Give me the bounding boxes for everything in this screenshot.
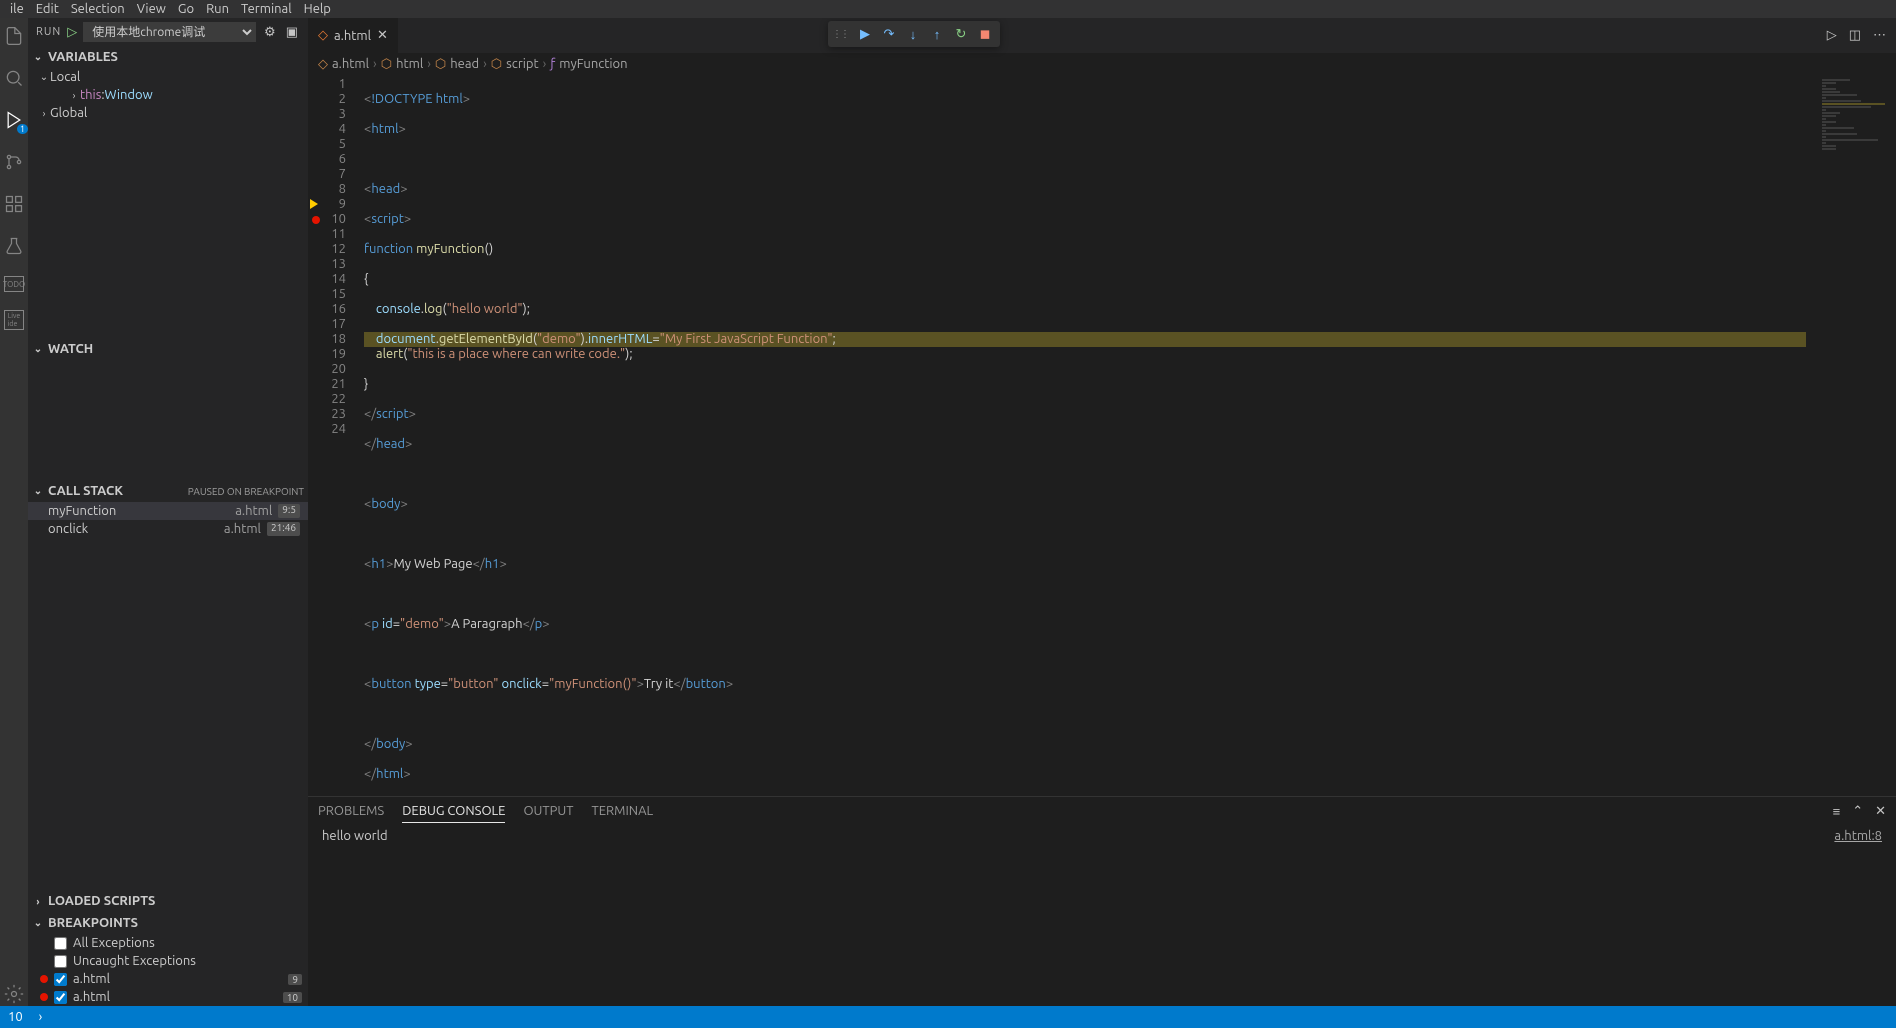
console-output: hello world [322, 829, 388, 1002]
bp-checkbox[interactable] [54, 937, 67, 950]
scope-global[interactable]: ›Global [28, 104, 308, 122]
bp-item[interactable]: a.html10 [28, 988, 308, 1006]
debug-config-select[interactable]: 使用本地chrome调试 [83, 22, 256, 42]
variables-header[interactable]: ⌄VARIABLES [28, 46, 308, 68]
bp-item[interactable]: a.html9 [28, 970, 308, 988]
stack-frame[interactable]: onclicka.html21:46 [28, 520, 308, 538]
editor-area: ◇ a.html ✕ ⋮⋮ ▶ ↷ ↓ ↑ ↻ ◼ ▷ ◫ ⋯ ◇a.html›… [308, 18, 1896, 1006]
menu-help[interactable]: Help [298, 2, 337, 16]
variables-body: ⌄Local ›this: Window ›Global [28, 68, 308, 338]
loaded-scripts-header[interactable]: ›LOADED SCRIPTS [28, 890, 308, 912]
bp-checkbox[interactable] [54, 991, 67, 1004]
maximize-icon[interactable]: ⌃ [1852, 804, 1863, 819]
status-line[interactable]: 10 [0, 1010, 31, 1024]
run-debug-icon[interactable]: 1 [2, 108, 26, 132]
gear-icon[interactable]: ⚙ [262, 25, 278, 40]
menu-file[interactable]: ile [4, 2, 30, 16]
split-editor-icon[interactable]: ◫ [1849, 28, 1861, 43]
continue-icon[interactable]: ▶ [854, 23, 876, 45]
function-icon: ƒ [550, 57, 555, 71]
tab-output[interactable]: OUTPUT [523, 800, 573, 822]
stack-frame[interactable]: myFunctiona.html9:5 [28, 502, 308, 520]
breakpoint-dot-icon [40, 993, 48, 1001]
activity-bar: 1 TODO Liveide [0, 18, 28, 1006]
breakpoints-header[interactable]: ⌄BREAKPOINTS [28, 912, 308, 934]
explorer-icon[interactable] [2, 24, 26, 48]
close-icon[interactable]: ✕ [377, 28, 388, 43]
stop-icon[interactable]: ◼ [974, 23, 996, 45]
breakpoint-dot-icon [40, 975, 48, 983]
bottom-panel: PROBLEMS DEBUG CONSOLE OUTPUT TERMINAL ≡… [308, 796, 1896, 1006]
breakpoints-body: All Exceptions Uncaught Exceptions a.htm… [28, 934, 308, 1006]
status-bar: 10 › [0, 1006, 1896, 1028]
html-file-icon: ◇ [318, 28, 328, 43]
tab-label: a.html [334, 29, 371, 43]
run-title: RUN [36, 26, 61, 38]
debug-console-prompt-icon[interactable]: › [31, 1010, 51, 1024]
minimap[interactable] [1806, 75, 1896, 796]
tab-a-html[interactable]: ◇ a.html ✕ [308, 18, 399, 53]
editor-tabs: ◇ a.html ✕ ⋮⋮ ▶ ↷ ↓ ↑ ↻ ◼ ▷ ◫ ⋯ [308, 18, 1896, 53]
code-editor[interactable]: <!DOCTYPE html> <html> <head> <script> f… [364, 75, 1806, 796]
callstack-header[interactable]: ⌄CALL STACKPAUSED ON BREAKPOINT [28, 480, 308, 502]
start-debug-icon[interactable]: ▷ [67, 25, 77, 40]
menu-go[interactable]: Go [172, 2, 200, 16]
todo-icon[interactable]: TODO [4, 276, 24, 292]
run-header: RUN ▷ 使用本地chrome调试 ⚙ ▣ [28, 18, 308, 46]
debug-badge: 1 [17, 124, 28, 134]
search-icon[interactable] [2, 66, 26, 90]
debug-console-body[interactable]: hello world a.html:8 [308, 825, 1896, 1006]
menu-edit[interactable]: Edit [30, 2, 65, 16]
filter-icon[interactable]: ≡ [1833, 804, 1841, 819]
tag-icon: ⬡ [381, 57, 392, 72]
close-panel-icon[interactable]: ✕ [1875, 804, 1886, 819]
step-out-icon[interactable]: ↑ [926, 23, 948, 45]
tag-icon: ⬡ [491, 57, 502, 72]
watch-body [28, 360, 308, 480]
source-control-icon[interactable] [2, 150, 26, 174]
menu-view[interactable]: View [131, 2, 172, 16]
bp-checkbox[interactable] [54, 973, 67, 986]
line-gutter[interactable]: 123456789101112131415161718192021222324 [308, 75, 364, 796]
html-file-icon: ◇ [318, 57, 328, 72]
panel-tabs: PROBLEMS DEBUG CONSOLE OUTPUT TERMINAL ≡… [308, 797, 1896, 825]
debug-console-icon[interactable]: ▣ [284, 25, 300, 40]
more-icon[interactable]: ⋯ [1873, 28, 1886, 43]
bp-uncaught-exceptions[interactable]: Uncaught Exceptions [28, 952, 308, 970]
callstack-body: myFunctiona.html9:5 onclicka.html21:46 [28, 502, 308, 890]
restart-icon[interactable]: ↻ [950, 23, 972, 45]
console-source-link[interactable]: a.html:8 [1834, 829, 1882, 1002]
watch-header[interactable]: ⌄WATCH [28, 338, 308, 360]
tab-terminal[interactable]: TERMINAL [592, 800, 654, 822]
tab-problems[interactable]: PROBLEMS [318, 800, 384, 822]
bp-all-exceptions[interactable]: All Exceptions [28, 934, 308, 952]
tag-icon: ⬡ [435, 57, 446, 72]
variable-this[interactable]: ›this: Window [28, 86, 308, 104]
debug-sidebar: RUN ▷ 使用本地chrome调试 ⚙ ▣ ⌄VARIABLES ⌄Local… [28, 18, 308, 1006]
drag-handle-icon[interactable]: ⋮⋮ [832, 28, 852, 40]
extensions-icon[interactable] [2, 192, 26, 216]
scope-local[interactable]: ⌄Local [28, 68, 308, 86]
menu-run[interactable]: Run [200, 2, 235, 16]
breadcrumb[interactable]: ◇a.html› ⬡html› ⬡head› ⬡script› ƒmyFunct… [308, 53, 1896, 75]
step-over-icon[interactable]: ↷ [878, 23, 900, 45]
menu-terminal[interactable]: Terminal [235, 2, 298, 16]
liveshare-icon[interactable]: Liveide [4, 310, 24, 330]
run-icon[interactable]: ▷ [1827, 28, 1837, 43]
step-into-icon[interactable]: ↓ [902, 23, 924, 45]
bp-checkbox[interactable] [54, 955, 67, 968]
tab-debug-console[interactable]: DEBUG CONSOLE [402, 800, 505, 823]
gear-icon[interactable] [2, 982, 26, 1006]
menubar: ile Edit Selection View Go Run Terminal … [0, 0, 1896, 18]
debug-toolbar[interactable]: ⋮⋮ ▶ ↷ ↓ ↑ ↻ ◼ [828, 21, 1000, 47]
menu-selection[interactable]: Selection [65, 2, 131, 16]
flask-icon[interactable] [2, 234, 26, 258]
